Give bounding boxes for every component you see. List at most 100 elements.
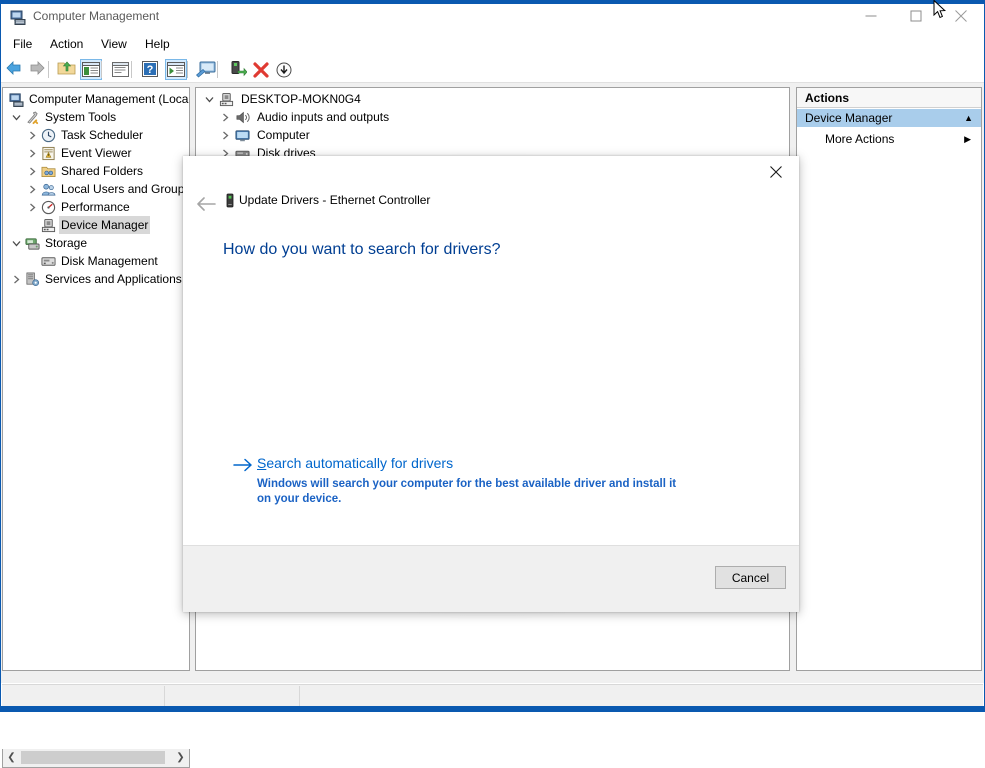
scrollbar-thumb[interactable]	[21, 751, 165, 764]
dialog-close-button[interactable]	[753, 156, 799, 187]
up-one-level-button[interactable]	[57, 59, 79, 80]
performance-icon	[41, 200, 56, 215]
clock-icon	[41, 128, 56, 143]
tree-item-task-scheduler[interactable]: Task Scheduler	[3, 126, 189, 144]
event-viewer-icon	[41, 146, 56, 161]
status-pane-3	[299, 686, 983, 706]
twisty-collapsed-icon[interactable]	[25, 144, 39, 162]
tree-item-label: Device Manager	[59, 216, 151, 234]
tree-item-performance[interactable]: Performance	[3, 198, 189, 216]
device-manager-icon	[41, 218, 56, 233]
dialog-back-button[interactable]	[191, 189, 221, 219]
disable-device-button[interactable]	[273, 59, 295, 80]
speaker-icon	[235, 110, 250, 125]
menu-bar: File Action View Help	[1, 33, 984, 55]
tree-item-event-viewer[interactable]: Event Viewer	[3, 144, 189, 162]
tree-item-storage[interactable]: Storage	[3, 234, 189, 252]
device-tree: DESKTOP-MOKN0G4 Audio inputs and outputs	[198, 90, 758, 162]
cancel-button[interactable]: Cancel	[715, 566, 786, 589]
tree-item-label: Task Scheduler	[61, 128, 144, 142]
tree-item-label: Services and Applications	[45, 272, 182, 286]
toolbar-separator	[101, 61, 102, 78]
twisty-expanded-icon[interactable]	[202, 90, 216, 108]
menu-file[interactable]: File	[6, 35, 39, 55]
twisty-collapsed-icon[interactable]	[218, 126, 232, 144]
scroll-right-icon[interactable]: ❯	[172, 749, 189, 766]
minimize-button[interactable]	[848, 3, 893, 29]
show-hide-action-pane-button[interactable]	[165, 59, 187, 80]
properties-button[interactable]	[110, 59, 132, 80]
menu-view[interactable]: View	[94, 35, 134, 55]
svg-text:?: ?	[147, 64, 154, 76]
tree-item-local-users-and-groups[interactable]: Local Users and Groups	[3, 180, 189, 198]
forward-button[interactable]	[27, 59, 49, 80]
show-hide-console-tree-button[interactable]	[80, 59, 102, 80]
monitor-icon	[235, 128, 250, 143]
tree-item-device-manager[interactable]: Device Manager	[3, 216, 189, 234]
system-tools-icon	[25, 110, 40, 125]
status-pane-1	[2, 686, 164, 706]
toolbar-separator	[217, 61, 218, 78]
actions-group-label: Device Manager	[805, 111, 893, 125]
option-title: Search automatically for drivers	[257, 455, 453, 471]
action-item-more-actions[interactable]: More Actions ▶	[797, 129, 981, 149]
computer-management-icon	[9, 92, 24, 107]
option-search-automatically[interactable]: Search automatically for drivers Windows…	[223, 451, 695, 517]
device-icon	[222, 193, 238, 209]
users-icon	[41, 182, 56, 197]
twisty-expanded-icon[interactable]	[9, 234, 23, 252]
tree-item-system-tools[interactable]: System Tools	[3, 108, 189, 126]
window-title: Computer Management	[33, 9, 160, 23]
uninstall-device-button[interactable]	[250, 59, 272, 80]
twisty-collapsed-icon[interactable]	[25, 198, 39, 216]
console-tree-horizontal-scrollbar[interactable]: ❮ ❯	[2, 749, 190, 768]
chevron-up-icon[interactable]: ▲	[964, 109, 973, 127]
action-item-label: More Actions	[825, 132, 895, 146]
help-button[interactable]: ?	[140, 59, 162, 80]
storage-icon	[25, 236, 40, 251]
twisty-collapsed-icon[interactable]	[25, 162, 39, 180]
back-button[interactable]	[4, 59, 26, 80]
tree-item-label: Shared Folders	[61, 164, 144, 178]
computer-node-icon	[219, 92, 234, 107]
twisty-collapsed-icon[interactable]	[9, 270, 23, 288]
tree-item-label: Computer Management (Local	[29, 92, 190, 106]
console-tree: Computer Management (Local System Tools	[3, 90, 189, 288]
twisty-collapsed-icon[interactable]	[25, 180, 39, 198]
shared-folders-icon	[41, 164, 56, 179]
device-node-label: Audio inputs and outputs	[257, 110, 390, 124]
tree-item-label: Disk Management	[61, 254, 158, 268]
close-button[interactable]	[938, 3, 983, 29]
status-bar-accent	[1, 706, 984, 711]
device-node-desktop[interactable]: DESKTOP-MOKN0G4	[198, 90, 758, 108]
twisty-expanded-icon[interactable]	[9, 108, 23, 126]
tree-item-shared-folders[interactable]: Shared Folders	[3, 162, 189, 180]
device-node-audio-inputs-and-outputs[interactable]: Audio inputs and outputs	[198, 108, 758, 126]
tree-item-disk-management[interactable]: Disk Management	[3, 252, 189, 270]
device-node-label: Computer	[257, 128, 310, 142]
update-drivers-dialog: Update Drivers - Ethernet Controller How…	[183, 156, 799, 612]
computer-management-icon	[10, 9, 26, 25]
device-node-computer[interactable]: Computer	[198, 126, 758, 144]
title-bar: Computer Management	[1, 1, 984, 31]
maximize-button[interactable]	[893, 3, 938, 29]
dialog-heading: How do you want to search for drivers?	[223, 241, 501, 258]
twisty-collapsed-icon[interactable]	[25, 126, 39, 144]
option-description: Windows will search your computer for th…	[257, 478, 677, 505]
scroll-left-icon[interactable]: ❮	[3, 749, 20, 766]
toolbar-separator	[131, 61, 132, 78]
tree-item-computer-management[interactable]: Computer Management (Local	[3, 90, 189, 108]
device-node-label: DESKTOP-MOKN0G4	[241, 92, 361, 106]
status-pane-2	[164, 686, 299, 706]
scan-hardware-changes-button[interactable]	[195, 59, 217, 80]
tree-item-label: System Tools	[45, 110, 117, 124]
option-accel-key: S	[257, 455, 267, 471]
twisty-collapsed-icon[interactable]	[218, 108, 232, 126]
option-title-rest: earch automatically for drivers	[266, 455, 454, 471]
actions-group-device-manager[interactable]: Device Manager ▲	[797, 109, 981, 127]
tree-item-services-and-applications[interactable]: Services and Applications	[3, 270, 189, 288]
chevron-right-icon: ▶	[964, 134, 971, 144]
menu-help[interactable]: Help	[138, 35, 177, 55]
update-driver-button[interactable]	[227, 59, 249, 80]
menu-action[interactable]: Action	[43, 35, 90, 55]
